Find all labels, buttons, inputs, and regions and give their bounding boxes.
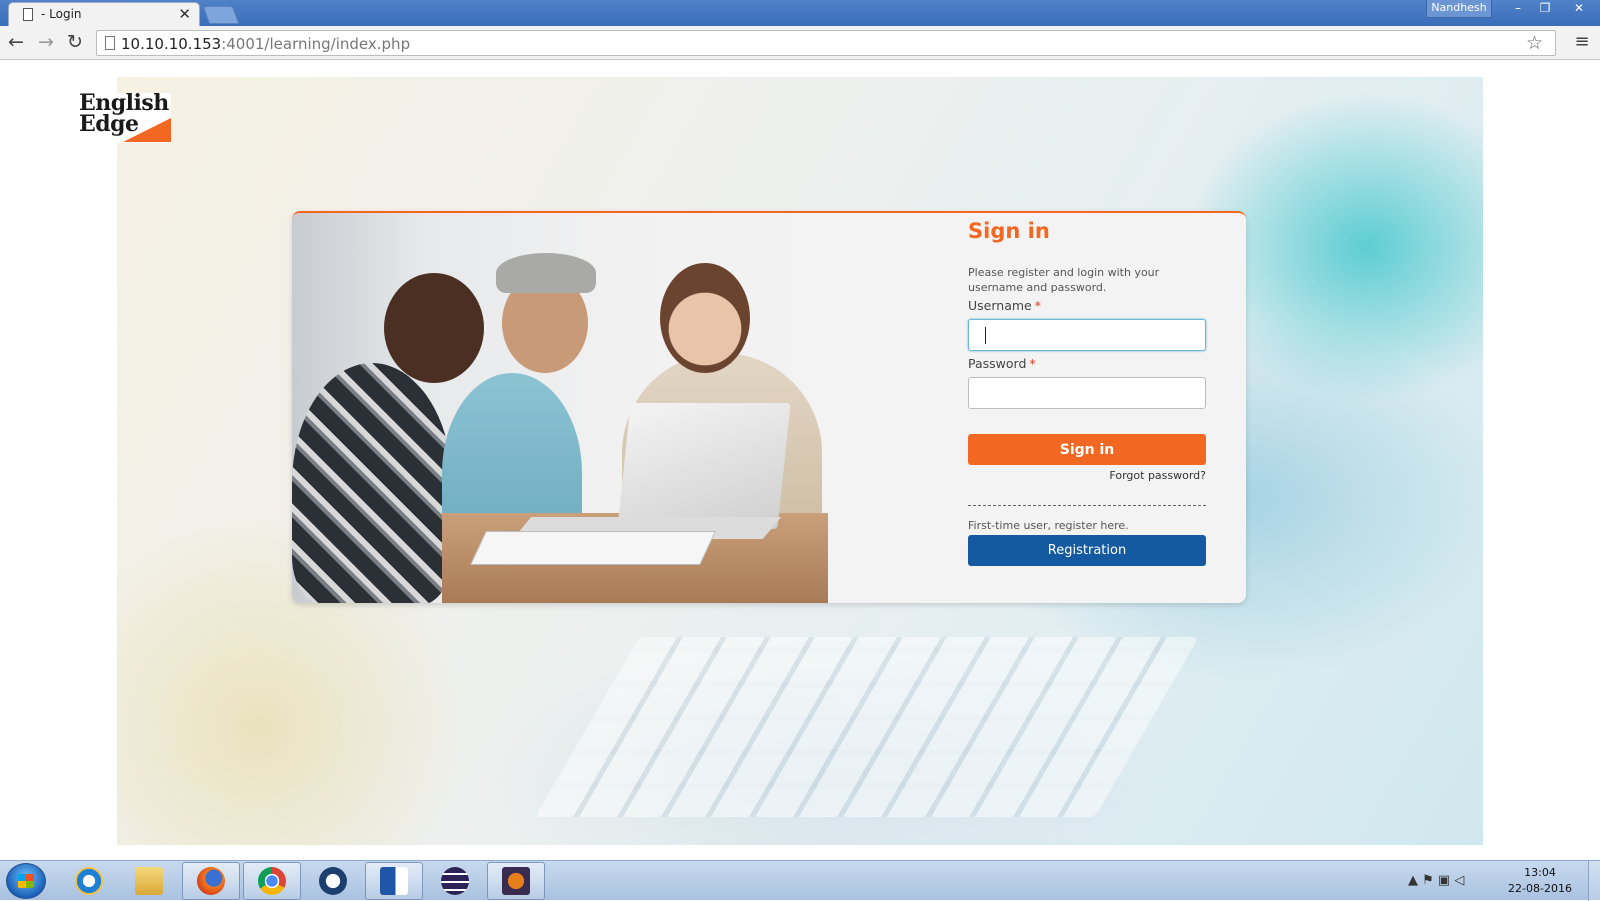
signin-form: Sign in Please register and login with y… xyxy=(968,213,1218,603)
folder-icon xyxy=(135,867,163,895)
logo-triangle-icon xyxy=(123,118,171,142)
reload-button[interactable]: ↻ xyxy=(63,31,87,55)
tab-title: - Login xyxy=(41,7,82,21)
system-tray-icons[interactable]: ▲ ⚑ ▣ ◁ xyxy=(1408,873,1464,888)
password-label-text: Password xyxy=(968,356,1027,371)
cap-image xyxy=(496,253,596,293)
clock-time: 13:04 xyxy=(1524,866,1556,879)
eclipse-icon xyxy=(441,867,469,895)
browser-tab[interactable]: - Login ✕ xyxy=(8,2,200,26)
minimize-button[interactable]: – xyxy=(1505,0,1531,18)
eclipse-taskbar-item[interactable] xyxy=(426,862,484,900)
form-divider xyxy=(968,505,1206,506)
username-label-text: Username xyxy=(968,298,1032,313)
taskbar-clock[interactable]: 13:04 22-08-2016 xyxy=(1500,865,1580,897)
laptop-image xyxy=(617,403,791,529)
app-tree-taskbar-item[interactable] xyxy=(304,862,362,900)
address-bar[interactable]: 10.10.10.153:4001/learning/index.php ☆ xyxy=(96,30,1556,56)
profile-user-badge[interactable]: Nandhesh xyxy=(1426,0,1492,18)
password-label: Password * xyxy=(968,356,1036,371)
word-taskbar-item[interactable] xyxy=(365,862,423,900)
firefox-taskbar-item[interactable] xyxy=(182,862,240,900)
page-icon xyxy=(23,8,33,21)
required-mark: * xyxy=(1029,356,1036,371)
clock-date: 22-08-2016 xyxy=(1508,882,1572,895)
signin-button[interactable]: Sign in xyxy=(968,434,1206,465)
tree-app-icon xyxy=(319,867,347,895)
password-input[interactable] xyxy=(968,377,1206,409)
signin-intro: Please register and login with your user… xyxy=(968,266,1160,294)
firefox-icon xyxy=(197,867,225,895)
person-left-head xyxy=(384,273,484,383)
java-ee-ide-taskbar-item[interactable] xyxy=(487,862,545,900)
username-label: Username * xyxy=(968,298,1041,313)
url-path: :4001/learning/index.php xyxy=(221,35,411,53)
internet-explorer-icon xyxy=(75,867,103,895)
registration-button[interactable]: Registration xyxy=(968,535,1206,566)
english-edge-logo: English Edge xyxy=(77,92,171,143)
restore-button[interactable]: ❐ xyxy=(1532,0,1558,18)
chrome-icon xyxy=(258,867,286,895)
signin-title: Sign in xyxy=(968,219,1050,243)
forward-button[interactable]: → xyxy=(34,31,58,55)
first-time-text: First-time user, register here. xyxy=(968,519,1129,532)
url-text: 10.10.10.153:4001/learning/index.php xyxy=(121,35,410,53)
forgot-password-link[interactable]: Forgot password? xyxy=(968,469,1206,482)
word-icon xyxy=(380,867,408,895)
file-explorer-taskbar-item[interactable] xyxy=(120,862,178,900)
chrome-taskbar-item[interactable] xyxy=(243,862,301,900)
browser-titlebar: - Login ✕ Nandhesh – ❐ ✕ xyxy=(0,0,1600,26)
bookmark-star-icon[interactable]: ☆ xyxy=(1526,32,1543,54)
login-card: Sign in Please register and login with y… xyxy=(292,211,1246,603)
windows-taskbar: ▲ ⚑ ▣ ◁ 13:04 22-08-2016 xyxy=(0,860,1600,901)
browser-toolbar: ← → ↻ 10.10.10.153:4001/learning/index.p… xyxy=(0,26,1600,60)
students-photo xyxy=(292,213,828,603)
show-desktop-button[interactable] xyxy=(1588,861,1600,901)
back-button[interactable]: ← xyxy=(4,31,28,55)
browser-menu-icon[interactable]: ≡ xyxy=(1572,31,1592,53)
url-host: 10.10.10.153 xyxy=(121,35,222,53)
start-button[interactable] xyxy=(6,863,46,899)
person-right-head xyxy=(660,263,750,373)
internet-explorer-taskbar-item[interactable] xyxy=(60,862,118,900)
username-input[interactable] xyxy=(968,319,1206,351)
new-tab-button[interactable] xyxy=(202,6,240,24)
required-mark: * xyxy=(1034,298,1041,313)
tab-close-icon[interactable]: ✕ xyxy=(178,5,191,23)
text-cursor xyxy=(985,327,986,344)
person-left xyxy=(292,363,452,603)
notebook-image xyxy=(470,531,716,565)
page-icon xyxy=(105,36,115,50)
java-ee-ide-icon xyxy=(502,867,530,895)
windows-logo-icon xyxy=(18,874,34,888)
keyboard-image xyxy=(535,637,1199,817)
close-window-button[interactable]: ✕ xyxy=(1562,0,1596,18)
